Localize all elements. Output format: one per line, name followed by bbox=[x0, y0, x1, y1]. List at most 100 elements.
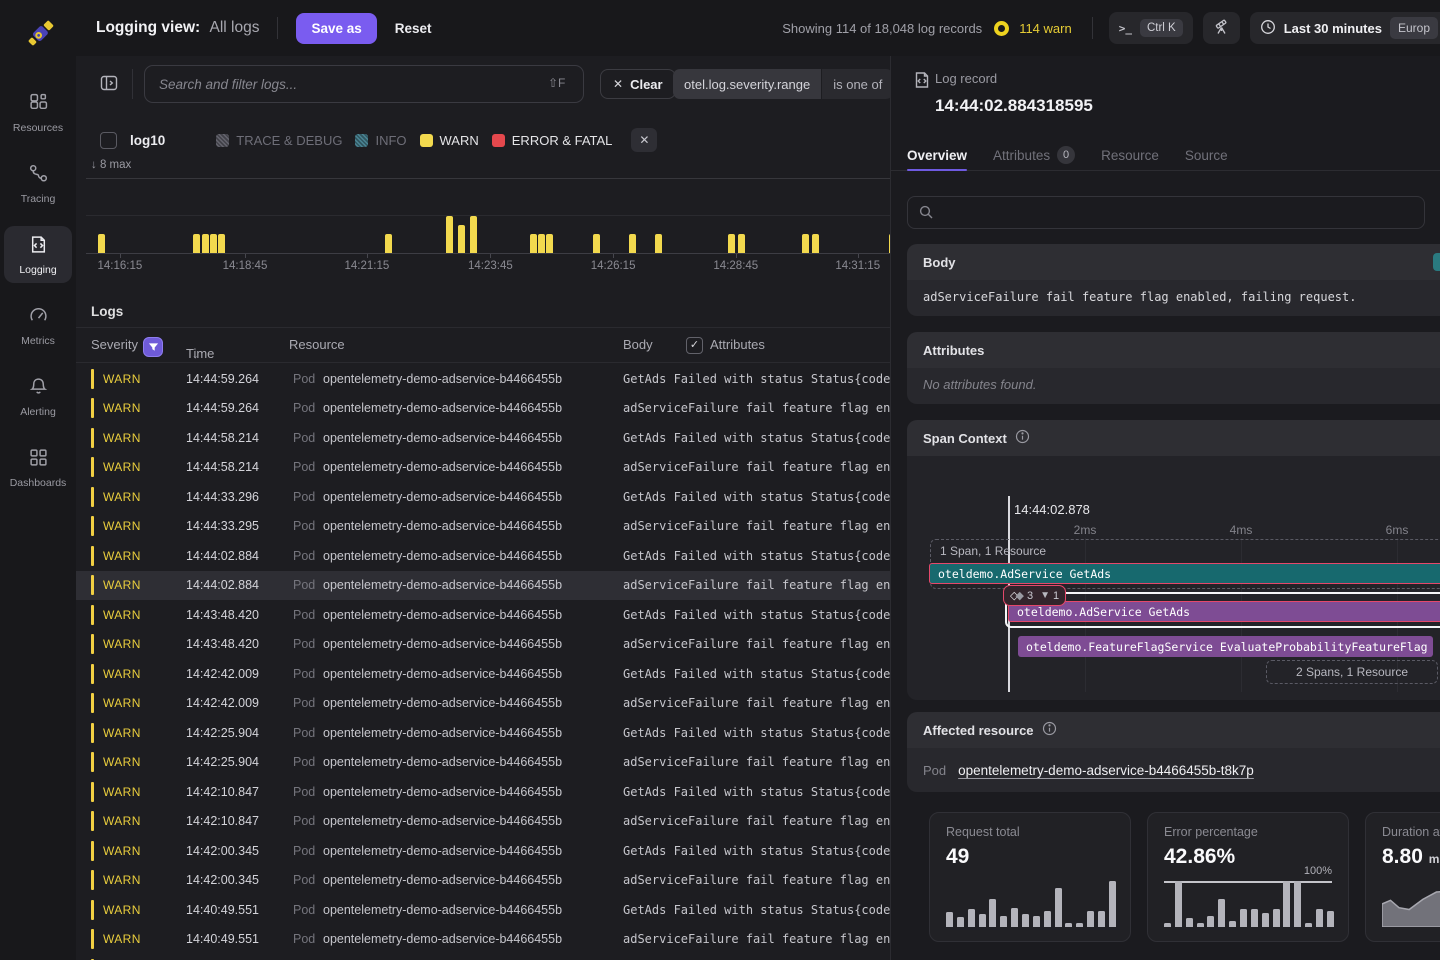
body-value: GetAds Failed with status Status{code bbox=[623, 903, 890, 917]
log-row[interactable]: WARN14:44:58.214Podopentelemetry-demo-ad… bbox=[76, 423, 890, 453]
time-value: 14:42:42.009 bbox=[186, 696, 259, 710]
metric-label: Duration av bbox=[1382, 825, 1440, 839]
log-row[interactable]: WARN14:43:48.420Podopentelemetry-demo-ad… bbox=[76, 600, 890, 630]
sidebar-item-logging[interactable]: Logging bbox=[4, 226, 72, 283]
histogram-bar[interactable] bbox=[629, 234, 636, 253]
histogram-bar[interactable] bbox=[458, 225, 465, 253]
log-row[interactable]: WARN14:42:00.345Podopentelemetry-demo-ad… bbox=[76, 836, 890, 866]
log-row[interactable]: WARN14:44:59.264Podopentelemetry-demo-ad… bbox=[76, 364, 890, 394]
span-bar-getads-client[interactable]: oteldemo.AdService GetAds bbox=[1008, 601, 1440, 622]
resource-type: Pod bbox=[293, 490, 315, 504]
log-row[interactable]: WARN14:44:02.884Podopentelemetry-demo-ad… bbox=[76, 541, 890, 571]
histogram-bar[interactable] bbox=[385, 234, 392, 253]
attributes-checkbox[interactable]: ✓ bbox=[686, 337, 703, 354]
histogram-bar[interactable] bbox=[446, 216, 453, 254]
column-resource[interactable]: Resource bbox=[289, 337, 345, 352]
log-row[interactable]: WARN14:42:25.904Podopentelemetry-demo-ad… bbox=[76, 718, 890, 748]
histogram-bar[interactable] bbox=[210, 234, 217, 253]
histogram-bar[interactable] bbox=[655, 234, 662, 253]
info-icon[interactable] bbox=[1042, 721, 1057, 739]
histogram-bar[interactable] bbox=[538, 234, 545, 253]
diamond-icon: ◆ bbox=[1015, 589, 1023, 602]
affected-resource-card: Affected resource Pod opentelemetry-demo… bbox=[907, 712, 1440, 792]
body-title: Body bbox=[923, 255, 956, 270]
span-context-title: Span Context bbox=[923, 431, 1007, 446]
sidebar-item-metrics[interactable]: Metrics bbox=[4, 297, 72, 354]
log-row[interactable]: WARN14:42:25.904Podopentelemetry-demo-ad… bbox=[76, 748, 890, 778]
histogram-bar[interactable] bbox=[530, 234, 537, 253]
log-row[interactable]: WARN14:44:33.296Podopentelemetry-demo-ad… bbox=[76, 482, 890, 512]
sidebar-item-resources[interactable]: Resources bbox=[4, 84, 72, 141]
log-row[interactable]: WARN14:42:10.847Podopentelemetry-demo-ad… bbox=[76, 777, 890, 807]
sidebar-item-tracing[interactable]: Tracing bbox=[4, 155, 72, 212]
body-value: GetAds Failed with status Status{code bbox=[623, 785, 890, 799]
tab-attributes[interactable]: Attributes 0 bbox=[993, 140, 1075, 170]
histogram-bar[interactable] bbox=[470, 216, 477, 254]
log-row[interactable]: WARN14:40:49.551Podopentelemetry-demo-ad… bbox=[76, 925, 890, 955]
divider bbox=[1092, 17, 1093, 39]
body-value: GetAds Failed with status Status{code bbox=[623, 667, 890, 681]
detail-search-input[interactable] bbox=[907, 196, 1425, 229]
attributes-count-badge: 0 bbox=[1057, 146, 1075, 164]
log-record-icon bbox=[913, 71, 931, 94]
histogram-bar[interactable] bbox=[193, 234, 200, 253]
log-row[interactable]: WARN14:40:49.551Podopentelemetry-demo-ad… bbox=[76, 895, 890, 925]
tab-source[interactable]: Source bbox=[1185, 140, 1228, 170]
pod-link[interactable]: opentelemetry-demo-adservice-b4466455b-t… bbox=[958, 763, 1254, 778]
tab-overview[interactable]: Overview bbox=[907, 140, 967, 170]
metric-card-request-total[interactable]: Request total 49 bbox=[929, 812, 1131, 942]
reset-button[interactable]: Reset bbox=[395, 21, 432, 36]
histogram-bar[interactable] bbox=[802, 234, 809, 253]
log-row[interactable]: WARN14:42:00.345Podopentelemetry-demo-ad… bbox=[76, 866, 890, 896]
time-value: 14:43:48.420 bbox=[186, 608, 259, 622]
main-content: ⇧F ✕ Clear otel.log.severity.range is on… bbox=[76, 56, 890, 960]
span-bar-getads-server[interactable]: oteldemo.AdService GetAds bbox=[929, 563, 1440, 584]
sidebar-item-alerting[interactable]: Alerting bbox=[4, 368, 72, 425]
histogram-bar[interactable] bbox=[812, 234, 819, 253]
axis-tick-mark bbox=[245, 254, 246, 258]
histogram-bar[interactable] bbox=[593, 234, 600, 253]
log-row[interactable]: WARN14:42:10.847Podopentelemetry-demo-ad… bbox=[76, 807, 890, 837]
resource-name: opentelemetry-demo-adservice-b4466455b bbox=[323, 401, 611, 415]
tab-resource[interactable]: Resource bbox=[1101, 140, 1159, 170]
log-row[interactable]: WARN14:44:58.214Podopentelemetry-demo-ad… bbox=[76, 453, 890, 483]
span-context-card: Span Context 14:44:02.878 2ms 4ms 6ms 1 … bbox=[907, 420, 1440, 700]
log-row[interactable]: WARN14:44:02.884Podopentelemetry-demo-ad… bbox=[76, 571, 890, 601]
logging-icon bbox=[29, 235, 48, 259]
collapsed-group-bottom[interactable]: 2 Spans, 1 Resource bbox=[1266, 660, 1438, 684]
column-body[interactable]: Body bbox=[623, 337, 653, 352]
app-logo-telescope-icon[interactable] bbox=[18, 14, 60, 56]
log-row[interactable]: WARN14:43:48.420Podopentelemetry-demo-ad… bbox=[76, 630, 890, 660]
attributes-title: Attributes bbox=[923, 343, 984, 358]
histogram-bar[interactable] bbox=[738, 234, 745, 253]
sidebar-item-dashboards[interactable]: Dashboards bbox=[4, 439, 72, 496]
span-event-markers[interactable]: ◇◆3 ▼1 bbox=[1003, 585, 1066, 606]
info-icon[interactable] bbox=[1015, 429, 1030, 447]
histogram-bar[interactable] bbox=[98, 234, 105, 253]
time-range-button[interactable]: Last 30 minutes Europ bbox=[1250, 12, 1440, 44]
column-severity[interactable]: Severity bbox=[91, 337, 138, 352]
log-row[interactable]: WARN14:44:59.264Podopentelemetry-demo-ad… bbox=[76, 394, 890, 424]
metric-card-duration-avg[interactable]: Duration av 8.80 ms bbox=[1365, 812, 1440, 942]
metric-card-error-percentage[interactable]: Error percentage 42.86% 100% bbox=[1147, 812, 1349, 942]
announcements-button[interactable] bbox=[1203, 12, 1240, 44]
body-card-content: adServiceFailure fail feature flag enabl… bbox=[907, 280, 1440, 316]
column-attributes[interactable]: Attributes bbox=[710, 337, 765, 352]
log-row[interactable]: WARN14:42:42.009Podopentelemetry-demo-ad… bbox=[76, 689, 890, 719]
resource-name: opentelemetry-demo-adservice-b4466455b bbox=[323, 490, 611, 504]
log-histogram: ↓ 8 max 14:16:1514:18:4514:21:1514:23:45… bbox=[76, 56, 890, 286]
histogram-bar[interactable] bbox=[218, 234, 225, 253]
log-row[interactable]: WARN14:44:33.295Podopentelemetry-demo-ad… bbox=[76, 512, 890, 542]
log-row[interactable]: WARN bbox=[76, 954, 890, 960]
log-row[interactable]: WARN14:42:42.009Podopentelemetry-demo-ad… bbox=[76, 659, 890, 689]
command-palette-button[interactable]: >_ Ctrl K bbox=[1109, 12, 1193, 44]
histogram-bar[interactable] bbox=[546, 234, 553, 253]
save-as-button[interactable]: Save as bbox=[296, 13, 376, 44]
mini-bar bbox=[1186, 918, 1193, 927]
severity-indicator-bar bbox=[91, 369, 94, 389]
histogram-bar[interactable] bbox=[202, 234, 209, 253]
severity-filter-badge[interactable] bbox=[143, 337, 163, 357]
span-bar-featureflag[interactable]: oteldemo.FeatureFlagService EvaluateProb… bbox=[1018, 636, 1433, 657]
histogram-bar[interactable] bbox=[728, 234, 735, 253]
mini-bar bbox=[1305, 923, 1312, 927]
